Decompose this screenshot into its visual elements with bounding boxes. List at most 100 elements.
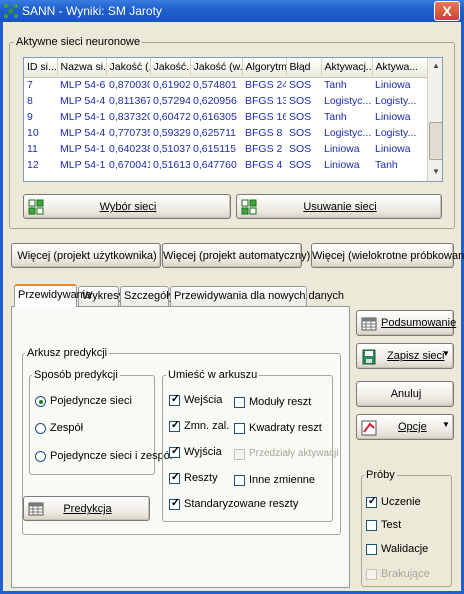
checkbox-training[interactable]: ✓	[366, 495, 377, 508]
column-header[interactable]: Nazwa si...	[57, 58, 107, 78]
checkbox-training-label: Uczenie	[381, 496, 421, 508]
checkbox-outputs-label: Wyjścia	[184, 446, 222, 458]
title-bar: SANN - Wyniki: SM Jaroty X	[0, 0, 464, 22]
column-header[interactable]: Jakość...	[150, 58, 191, 78]
table-cell: 0,870030	[109, 79, 150, 92]
options-button-label: Opcje	[398, 421, 427, 433]
more-sampling-button[interactable]: Więcej (wielokrotne próbkowanie)	[311, 243, 464, 268]
table-cell: BFGS 24	[245, 79, 286, 92]
close-button[interactable]: X	[434, 1, 460, 21]
radio-selected-dot	[39, 400, 43, 404]
prediction-sheet-label: Arkusz predykcji	[25, 347, 110, 359]
more-user-project-button[interactable]: Więcej (projekt użytkownika)	[11, 243, 161, 268]
table-cell: 0,615115	[193, 143, 237, 155]
tab-details-label: Szczegóły	[124, 290, 175, 302]
options-button[interactable]: Opcje ▼	[356, 414, 454, 440]
table-cell: 7	[27, 79, 33, 92]
table-cell: 12	[27, 159, 39, 171]
table-cell: Liniowa	[375, 111, 411, 123]
more-auto-project-label: Więcej (projekt automatyczny)	[163, 250, 311, 262]
table-cell: 0,572940	[153, 95, 190, 107]
checkmark-icon: ✓	[170, 445, 181, 457]
tab-new-data-predictions[interactable]: Przewidywania dla nowych danych	[170, 286, 344, 306]
scrollbar-thumb[interactable]	[429, 122, 442, 160]
scroll-down-arrow-icon[interactable]: ▼	[429, 165, 442, 179]
networks-table[interactable]: ID si...Nazwa si...Jakość (...Jakość...J…	[23, 57, 443, 182]
checkbox-squared-residuals[interactable]	[234, 423, 245, 434]
table-row[interactable]: 10 MLP 54-4-10,7707350,5932900,625711 BFGS…	[24, 125, 427, 141]
checkbox-dependent-vars[interactable]: ✓	[169, 419, 181, 432]
radio-single-and-ensemble[interactable]	[35, 451, 46, 462]
table-cell: Logistyc...	[324, 127, 372, 139]
table-row[interactable]: 9 MLP 54-1...0,8373200,6047280,616305 BFGS…	[24, 109, 427, 125]
checkmark-icon: ✓	[170, 471, 181, 483]
networks-group-label: Aktywne sieci neuronowe	[14, 36, 143, 48]
table-cell: 0,619028	[153, 79, 190, 92]
scroll-up-arrow-icon[interactable]: ▲	[429, 59, 442, 73]
tab-predictions-label: Przewidywania	[18, 289, 92, 301]
column-header[interactable]: ID si...	[24, 58, 58, 78]
prediction-method-label: Sposób predykcji	[32, 369, 120, 381]
more-auto-project-button[interactable]: Więcej (projekt automatyczny)	[162, 243, 311, 268]
checkbox-standardized-residuals[interactable]: ✓	[169, 497, 180, 510]
checkmark-icon: ✓	[170, 419, 181, 431]
cancel-button[interactable]: Anuluj	[356, 381, 454, 407]
table-row[interactable]: 8 MLP 54-4-10,8113670,5729400,620956 BFGS …	[24, 93, 427, 109]
table-cell: SOS	[289, 111, 312, 123]
remove-network-label: Usuwanie sieci	[303, 201, 377, 213]
table-cell: Liniowa	[375, 143, 411, 155]
table-row[interactable]: 11 MLP 54-1...0,6402380,5103730,615115 BFG…	[24, 141, 427, 157]
predict-button-label: Predykcja	[63, 503, 112, 515]
column-header[interactable]: Algorytm	[242, 58, 287, 78]
radio-ensemble[interactable]	[35, 423, 46, 434]
summary-button[interactable]: Podsumowanie	[356, 310, 457, 336]
remove-network-button[interactable]: Usuwanie sieci	[236, 194, 442, 219]
sann-app-icon	[4, 4, 18, 18]
table-cell: MLP 54-1...	[60, 159, 106, 171]
window-title: SANN - Wyniki: SM Jaroty	[22, 4, 162, 18]
checkbox-standardized-residuals-label: Standaryzowane reszty	[184, 498, 299, 510]
tab-details[interactable]: Szczegóły	[120, 286, 174, 306]
table-cell: 9	[27, 111, 33, 123]
summary-button-label: Podsumowanie	[381, 317, 457, 329]
select-network-button[interactable]: Wybór sieci	[23, 194, 231, 219]
radio-single-and-ensemble-label: Pojedyncze sieci i zespół	[50, 450, 173, 462]
table-cell: MLP 54-4-1	[60, 95, 106, 107]
radio-single-networks[interactable]	[35, 396, 46, 407]
table-vertical-scrollbar[interactable]: ▲ ▼	[427, 58, 442, 181]
column-header[interactable]: Błąd	[286, 58, 322, 78]
checkbox-validation-label: Walidacje	[381, 543, 429, 555]
save-networks-button[interactable]: Zapisz sieci ▼	[356, 343, 454, 369]
checkbox-residual-moduli-label: Moduły reszt	[249, 396, 312, 408]
checkbox-residuals[interactable]: ✓	[169, 471, 181, 484]
tab-predictions[interactable]: Przewidywania	[14, 284, 91, 307]
table-cell: 0,770735	[109, 127, 150, 139]
save-network-icon	[362, 349, 376, 365]
predict-button[interactable]: Predykcja	[23, 496, 150, 521]
samples-group-label: Próby	[364, 469, 397, 481]
table-cell: Logistyc...	[324, 95, 372, 107]
column-header[interactable]: Jakość (w...	[190, 58, 243, 78]
dropdown-arrow-icon: ▼	[442, 420, 450, 429]
checkbox-residual-moduli[interactable]	[234, 397, 245, 408]
checkbox-test[interactable]	[366, 520, 377, 531]
table-row[interactable]: 7 MLP 54-6-10,8700300,6190280,574801 BFGS …	[24, 77, 427, 93]
checkbox-validation[interactable]	[366, 544, 377, 555]
table-row[interactable]: 12 MLP 54-1...0,6700410,5161380,647760 BFG…	[24, 157, 427, 173]
save-networks-label: Zapisz sieci	[387, 350, 445, 362]
table-cell: 0,811367	[109, 95, 150, 107]
table-cell: 0,625711	[193, 127, 237, 139]
table-cell: SOS	[289, 127, 312, 139]
table-cell: BFGS 2	[245, 143, 283, 155]
checkbox-inputs[interactable]: ✓	[169, 393, 180, 406]
checkbox-residuals-label: Reszty	[184, 472, 218, 484]
column-header[interactable]: Aktywa...	[372, 58, 428, 78]
table-cell: Liniowa	[324, 143, 360, 155]
checkbox-other-variables[interactable]	[234, 475, 245, 486]
checkbox-outputs[interactable]: ✓	[169, 445, 181, 458]
table-cell: SOS	[289, 143, 312, 155]
checkbox-other-variables-label: Inne zmienne	[249, 474, 316, 486]
column-header[interactable]: Jakość (...	[106, 58, 151, 78]
table-cell: 0,647760	[193, 159, 237, 171]
column-header[interactable]: Aktywacj...	[321, 58, 373, 78]
